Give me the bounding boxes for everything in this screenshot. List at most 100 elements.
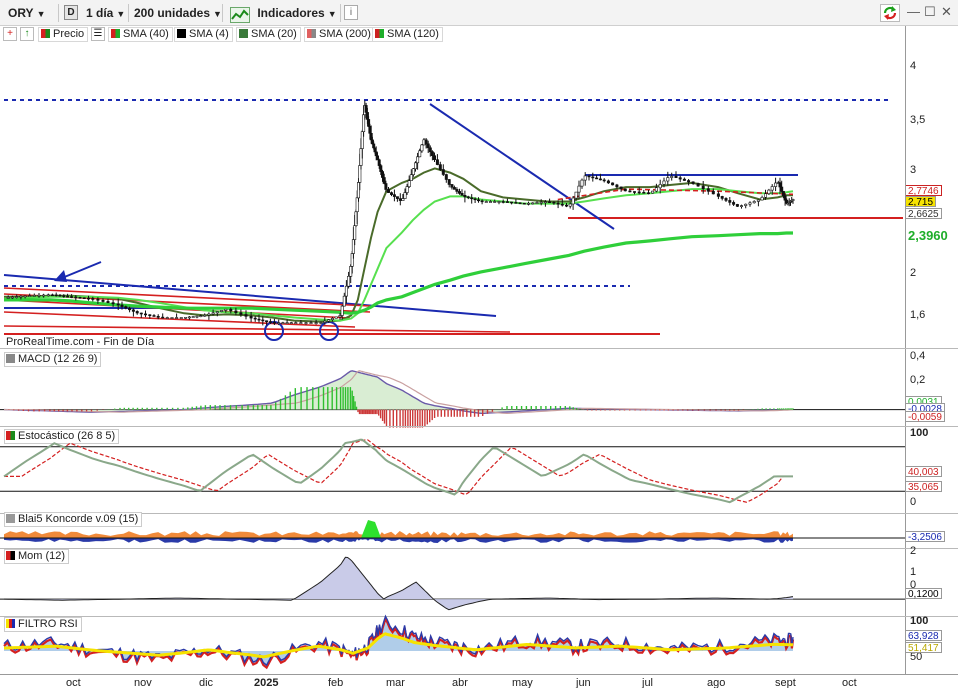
plus-icon[interactable]: + <box>3 27 17 41</box>
candle-body <box>372 143 376 149</box>
candle-body <box>165 317 169 319</box>
units-label: 200 unidades <box>134 6 211 20</box>
candle-body <box>289 322 293 324</box>
candle-body <box>389 192 393 195</box>
candle-body <box>687 180 691 183</box>
refresh-icon[interactable] <box>880 4 900 22</box>
candle-body <box>131 309 135 312</box>
x-tick: oct <box>842 677 857 688</box>
candle-body <box>735 204 739 207</box>
legend-item-sma4[interactable]: SMA (4) <box>174 27 233 42</box>
candle-body <box>32 295 36 297</box>
candle-body <box>398 198 402 201</box>
downtrend-line[interactable] <box>429 103 615 230</box>
candle-body <box>70 296 74 298</box>
toolbar-divider <box>340 4 341 22</box>
mom-tick: 2 <box>910 545 917 557</box>
sma-line <box>4 231 793 315</box>
period-badge[interactable]: D <box>64 5 78 20</box>
arrow-up-icon[interactable]: ↑ <box>20 27 34 41</box>
macd-chart[interactable] <box>0 349 905 428</box>
legend-item-sma120[interactable]: SMA (120) <box>372 27 443 42</box>
minimize-icon[interactable]: — <box>907 4 920 19</box>
units-selector[interactable]: 200 unidades ▼ <box>130 3 226 23</box>
candle-body <box>591 176 595 179</box>
swatch-icon <box>375 29 384 38</box>
legend-item-sma200[interactable]: SMA (200) <box>304 27 375 42</box>
candle-icon <box>41 29 50 38</box>
symbol-selector[interactable]: ORY ▼ <box>4 3 49 23</box>
candle-body <box>342 295 346 307</box>
candle-body <box>426 143 430 149</box>
legend-item-sma40[interactable]: SMA (40) <box>108 27 173 42</box>
close-icon[interactable]: ✕ <box>941 4 952 20</box>
candle-body <box>678 177 682 180</box>
restore-icon[interactable]: ☐ <box>924 4 936 20</box>
indicators-icon <box>230 7 250 23</box>
candle-body <box>430 151 434 156</box>
x-tick: sept <box>775 677 796 688</box>
candle-body <box>535 202 539 204</box>
candle-body <box>344 285 348 297</box>
symbol-label: ORY <box>8 6 34 20</box>
x-tick: 2025 <box>254 677 279 688</box>
momentum-chart[interactable] <box>0 549 905 616</box>
info-icon[interactable]: i <box>344 5 358 20</box>
macd-area <box>4 370 793 414</box>
candle-body <box>28 295 32 297</box>
candle-body <box>501 201 505 203</box>
candle-body <box>15 296 19 298</box>
candle-body <box>587 175 591 178</box>
candle-body <box>763 193 767 198</box>
candle-body <box>543 201 547 203</box>
candle-body <box>615 184 619 188</box>
candle-body <box>568 203 572 207</box>
legend-item-sma20[interactable]: SMA (20) <box>236 27 301 42</box>
candle-body <box>382 177 386 184</box>
annotation-arrow <box>61 261 102 279</box>
x-tick: nov <box>134 677 152 688</box>
candle-body <box>760 197 764 201</box>
candle-body <box>473 198 477 201</box>
x-tick: jul <box>642 677 654 688</box>
price-chart[interactable] <box>0 43 905 349</box>
bottom-circle[interactable] <box>319 321 339 341</box>
price-tick: 2 <box>910 267 917 279</box>
koncorde-chart[interactable] <box>0 514 905 548</box>
rsi-chart[interactable] <box>0 614 905 674</box>
candle-body <box>91 298 95 300</box>
candle-body <box>670 176 674 178</box>
rsi-tag: 63,928 <box>906 630 942 642</box>
x-tick: jun <box>576 677 591 688</box>
candle-body <box>261 319 265 322</box>
candle-body <box>128 307 132 311</box>
candle-body <box>199 315 203 318</box>
candle-body <box>268 321 272 323</box>
candle-body <box>488 201 492 203</box>
mom-tick: 1 <box>910 566 917 578</box>
candle-body <box>651 190 655 194</box>
candle-body <box>277 322 281 324</box>
stochastic-chart[interactable] <box>0 427 905 513</box>
candle-body <box>646 192 650 194</box>
candle-body <box>724 198 728 201</box>
price-tick: 3,5 <box>910 114 926 126</box>
candle-body <box>463 195 467 198</box>
timeframe-selector[interactable]: 1 día ▼ <box>82 3 129 23</box>
price-tick: 3 <box>910 164 917 176</box>
candle-body <box>598 178 602 181</box>
candle-body <box>265 320 269 323</box>
candle-body <box>470 197 474 200</box>
legend-item-price[interactable]: Precio <box>38 27 89 42</box>
indicators-button[interactable]: Indicadores ▼ <box>226 3 341 23</box>
candle-body <box>244 314 248 317</box>
candle-body <box>497 201 501 203</box>
list-icon[interactable]: ☰ <box>91 27 105 41</box>
candle-body <box>386 189 390 193</box>
candle-body <box>257 318 261 321</box>
candle-body <box>403 192 407 199</box>
macd-tick: 0,2 <box>910 374 926 386</box>
candle-body <box>791 199 795 201</box>
candle-body <box>10 296 14 299</box>
candle-body <box>340 305 344 316</box>
